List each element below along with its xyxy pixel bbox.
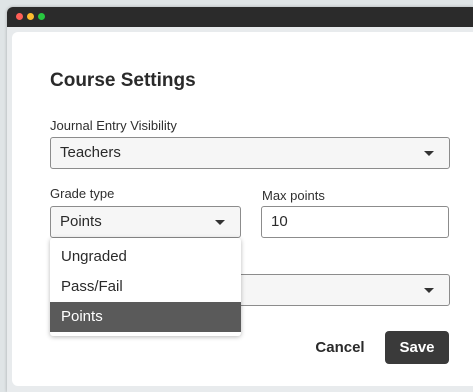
cancel-button[interactable]: Cancel [307, 332, 373, 364]
grade-type-option-ungraded[interactable]: Ungraded [50, 242, 241, 272]
max-points-value: 10 [271, 213, 288, 230]
journal-visibility-value: Teachers [60, 144, 121, 161]
save-button[interactable]: Save [385, 331, 449, 364]
journal-visibility-select[interactable]: Teachers [50, 137, 450, 169]
zoom-window-icon[interactable] [38, 13, 45, 20]
close-window-icon[interactable] [16, 13, 23, 20]
chevron-down-icon [424, 151, 434, 156]
grade-type-label: Grade type [50, 186, 115, 201]
minimize-window-icon[interactable] [27, 13, 34, 20]
grade-type-select[interactable]: Points [50, 206, 241, 238]
chevron-down-icon [215, 220, 225, 225]
journal-visibility-label: Journal Entry Visibility [50, 118, 177, 133]
grade-type-option-pass-fail[interactable]: Pass/Fail [50, 272, 241, 302]
grade-type-dropdown-menu: Ungraded Pass/Fail Points [50, 238, 241, 336]
max-points-label: Max points [262, 188, 325, 203]
course-settings-dialog: Course Settings Journal Entry Visibility… [12, 32, 473, 386]
app-window: Course Settings Journal Entry Visibility… [7, 7, 473, 392]
max-points-input[interactable]: 10 [261, 206, 449, 238]
grade-type-option-points[interactable]: Points [50, 302, 241, 332]
grade-type-value: Points [60, 213, 102, 230]
dialog-title: Course Settings [50, 70, 196, 91]
window-titlebar [7, 7, 473, 27]
chevron-down-icon [424, 288, 434, 293]
